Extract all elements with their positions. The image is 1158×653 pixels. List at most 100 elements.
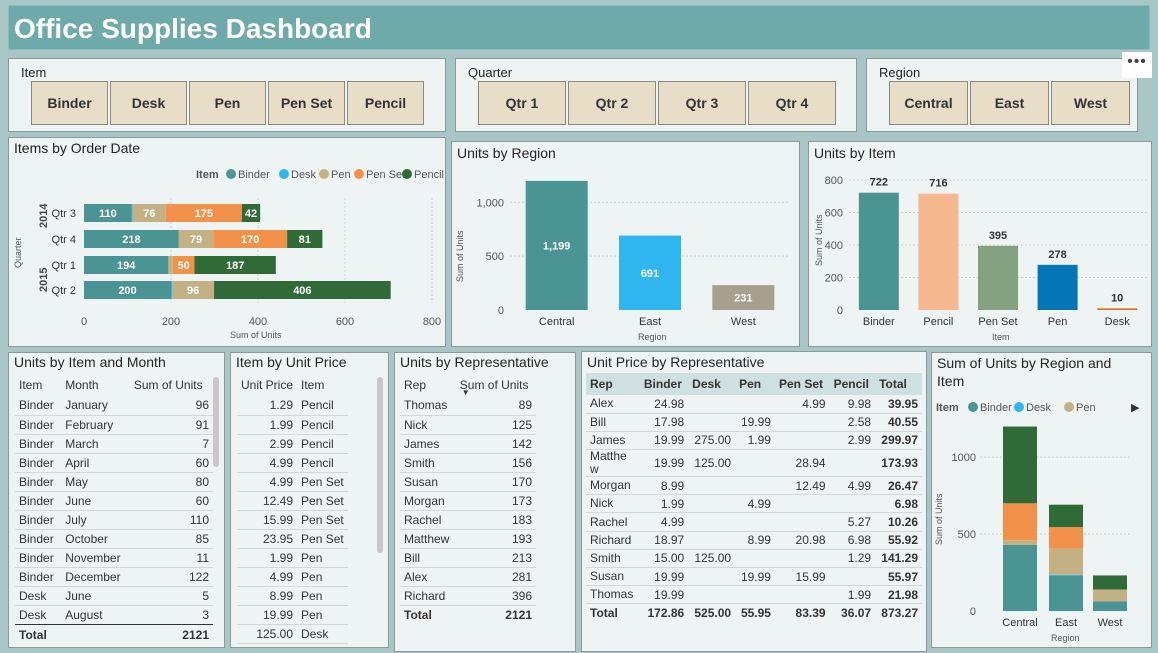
uim-row[interactable]: Binder May 80 bbox=[15, 472, 213, 492]
iup-row[interactable]: 1.29 Pencil bbox=[237, 396, 348, 416]
ubrep-col-rep[interactable]: Rep bbox=[400, 374, 456, 396]
suri-bar-central-pen-set[interactable] bbox=[1003, 503, 1037, 541]
uprep-row[interactable]: Matthe w 19.99 125.00 28.94 173.93 bbox=[586, 449, 922, 478]
uprep-col-pencil[interactable]: Pencil bbox=[829, 373, 876, 395]
slicer-item-desk[interactable]: Desk bbox=[110, 81, 187, 125]
slicer-item-binder[interactable]: Binder bbox=[31, 81, 108, 125]
uim-row[interactable]: Binder July 110 bbox=[15, 510, 213, 530]
uim-col-item[interactable]: Item bbox=[15, 374, 61, 396]
ubrep-row[interactable]: Rachel 183 bbox=[400, 510, 536, 530]
ubrep-row[interactable]: Bill 213 bbox=[400, 548, 536, 568]
uprep-row[interactable]: Nick 1.99 4.99 6.98 bbox=[586, 494, 922, 514]
uprep-row[interactable]: Morgan 8.99 12.49 4.99 26.47 bbox=[586, 476, 922, 496]
slicer-item-pen[interactable]: Pen bbox=[189, 81, 266, 125]
uim-scrollbar[interactable] bbox=[213, 377, 219, 467]
suri-bar-east-desk[interactable] bbox=[1049, 574, 1083, 576]
uim-row[interactable]: Binder October 85 bbox=[15, 529, 213, 549]
uprep-row[interactable]: Susan 19.99 19.99 15.99 55.97 bbox=[586, 567, 922, 587]
uim-row[interactable]: Binder January 96 bbox=[15, 396, 213, 416]
iup-row[interactable]: 4.99 Pen Set bbox=[237, 472, 348, 492]
legend-next-icon[interactable]: ▶ bbox=[1131, 402, 1140, 414]
slicer-region-east[interactable]: East bbox=[970, 81, 1049, 125]
suri-bar-east-pen[interactable] bbox=[1049, 548, 1083, 575]
bar-desk[interactable] bbox=[1097, 308, 1138, 310]
ubrep-row[interactable]: James 142 bbox=[400, 434, 536, 454]
uim-row[interactable]: Desk June 5 bbox=[15, 586, 213, 606]
uprep-col-desk[interactable]: Desk bbox=[688, 373, 736, 395]
uprep-row[interactable]: Smith 15.00 125.00 1.29 141.29 bbox=[586, 549, 922, 569]
uim-row[interactable]: Binder November 11 bbox=[15, 548, 213, 568]
iup-row[interactable]: 23.95 Pen Set bbox=[237, 529, 348, 549]
uim-row[interactable]: Binder April 60 bbox=[15, 453, 213, 473]
slicer-qtr-2[interactable]: Qtr 2 bbox=[568, 81, 656, 125]
slicer-region-west[interactable]: West bbox=[1051, 81, 1130, 125]
iup-col-price[interactable]: Unit Price bbox=[237, 374, 297, 396]
iup-row[interactable]: 2.99 Pencil bbox=[237, 434, 348, 454]
uprep-col-pen-set[interactable]: Pen Set bbox=[774, 373, 830, 395]
iod-bar-desk[interactable] bbox=[131, 204, 133, 222]
uprep-row[interactable]: James 19.99 275.00 1.99 2.99 299.97 bbox=[586, 431, 922, 451]
iup-row[interactable]: 1.99 Pen bbox=[237, 548, 348, 568]
iup-row[interactable]: 125.00 Desk bbox=[237, 624, 348, 644]
iup-row[interactable]: 12.49 Pen Set bbox=[237, 491, 348, 511]
suri-bar-central-pencil[interactable] bbox=[1003, 426, 1037, 504]
ubrep-row[interactable]: Matthew 193 bbox=[400, 529, 536, 549]
slicer-qtr-1[interactable]: Qtr 1 bbox=[478, 81, 566, 125]
suri-xtick-east: East bbox=[1055, 617, 1077, 629]
iup-col-item[interactable]: Item bbox=[297, 374, 348, 396]
iup-row[interactable]: 4.99 Pencil bbox=[237, 453, 348, 473]
uprep-row[interactable]: Rachel 4.99 5.27 10.26 bbox=[586, 512, 922, 532]
uim-row[interactable]: Desk August 3 bbox=[15, 605, 213, 625]
slicer-item-pen-set[interactable]: Pen Set bbox=[268, 81, 345, 125]
more-options-button[interactable]: ••• bbox=[1122, 52, 1152, 78]
ubrep-row[interactable]: Morgan 173 bbox=[400, 491, 536, 511]
uprep-col-binder[interactable]: Binder bbox=[639, 373, 689, 395]
suri-bar-central-pen[interactable] bbox=[1003, 540, 1037, 545]
slicer-qtr-3[interactable]: Qtr 3 bbox=[658, 81, 746, 125]
bar-pen[interactable] bbox=[1037, 264, 1078, 310]
uprep-row[interactable]: Alex 24.98 4.99 9.98 39.95 bbox=[586, 395, 922, 414]
ubrep-row[interactable]: Smith 156 bbox=[400, 453, 536, 473]
suri-bar-east-pen-set[interactable] bbox=[1049, 527, 1083, 549]
uprep-col-total[interactable]: Total bbox=[875, 373, 922, 395]
uim-col-month[interactable]: Month bbox=[61, 374, 130, 396]
ubrep-col-sum[interactable]: Sum of Units ▼ bbox=[456, 374, 536, 397]
bar-pen-set[interactable] bbox=[978, 245, 1018, 310]
ubrep-row[interactable]: Susan 170 bbox=[400, 472, 536, 492]
ubrep-cell: Thomas bbox=[400, 396, 456, 416]
uprep-row[interactable]: Bill 17.98 19.99 2.58 40.55 bbox=[586, 413, 922, 432]
suri-bar-east-binder[interactable] bbox=[1049, 575, 1083, 611]
ubrep-row[interactable]: Alex 281 bbox=[400, 567, 536, 587]
slicer-region-central[interactable]: Central bbox=[889, 81, 968, 125]
suri-bar-west-pencil[interactable] bbox=[1093, 575, 1127, 590]
bar-pencil[interactable] bbox=[918, 193, 959, 310]
iup-table: Unit Price Item 1.29 Pencil 1.99 Pencil 2.99 P… bbox=[237, 374, 348, 644]
uprep-row[interactable]: Richard 18.97 8.99 20.98 6.98 55.92 bbox=[586, 531, 922, 550]
uim-row[interactable]: Binder March 7 bbox=[15, 434, 213, 454]
iup-row[interactable]: 15.99 Pen Set bbox=[237, 510, 348, 530]
bar-binder[interactable] bbox=[858, 192, 899, 310]
slicer-qtr-4[interactable]: Qtr 4 bbox=[748, 81, 836, 125]
uprep-row[interactable]: Thomas 19.99 1.99 21.98 bbox=[586, 585, 922, 605]
suri-bar-west-binder[interactable] bbox=[1093, 601, 1127, 611]
iod-bar-pen[interactable] bbox=[168, 256, 173, 274]
uim-col-sum[interactable]: Sum of Units bbox=[130, 374, 213, 396]
ubrep-row[interactable]: Nick 125 bbox=[400, 415, 536, 435]
uprep-col-rep[interactable]: Rep bbox=[586, 373, 640, 395]
iup-row[interactable]: 4.99 Pen bbox=[237, 567, 348, 587]
suri-bar-east-pencil[interactable] bbox=[1049, 504, 1083, 528]
iup-row[interactable]: 1.99 Pencil bbox=[237, 415, 348, 435]
ubrep-row[interactable]: Thomas 89 bbox=[400, 396, 536, 416]
suri-bar-central-binder[interactable] bbox=[1003, 544, 1037, 611]
slicer-item-pencil[interactable]: Pencil bbox=[347, 81, 424, 125]
iup-scrollbar[interactable] bbox=[377, 377, 383, 553]
iup-row[interactable]: 19.99 Pen bbox=[237, 605, 348, 625]
uim-row[interactable]: Binder December 122 bbox=[15, 567, 213, 587]
suri-bar-west-pen[interactable] bbox=[1093, 589, 1127, 602]
iup-row[interactable]: 8.99 Pen bbox=[237, 586, 348, 606]
uim-row[interactable]: Binder February 91 bbox=[15, 415, 213, 435]
uim-row[interactable]: Binder June 60 bbox=[15, 491, 213, 511]
iod-bar-desk[interactable] bbox=[171, 281, 173, 299]
ubrep-row[interactable]: Richard 396 bbox=[400, 586, 536, 606]
uprep-col-pen[interactable]: Pen bbox=[735, 373, 775, 395]
